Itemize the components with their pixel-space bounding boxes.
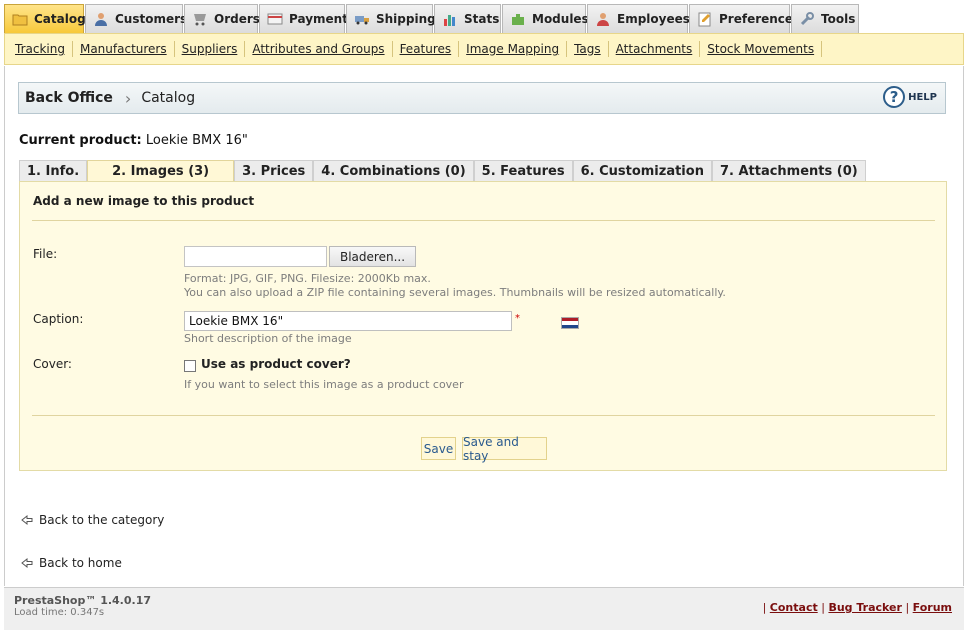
tab-tools[interactable]: Tools (791, 4, 859, 33)
tab-customization[interactable]: 6. Customization (572, 160, 712, 181)
tab-label: Shipping (376, 12, 436, 26)
back-to-category-link[interactable]: Back to the category (21, 513, 164, 527)
tab-label: Tools (821, 12, 856, 26)
help-button[interactable]: ? HELP (883, 86, 937, 108)
help-icon: ? (883, 86, 906, 108)
tab-label: Payment (289, 12, 348, 26)
language-flag-icon[interactable] (561, 317, 579, 329)
file-input[interactable] (184, 246, 327, 267)
tools-icon (799, 11, 815, 27)
footer-bug-tracker-link[interactable]: Bug Tracker (828, 601, 902, 614)
tab-label: Employees (617, 12, 690, 26)
back-arrow-icon (21, 557, 33, 569)
tab-label: Modules (532, 12, 589, 26)
caption-label: Caption: (33, 312, 84, 326)
save-and-stay-button[interactable]: Save and stay (462, 435, 547, 463)
footer-links: | Contact | Bug Tracker | Forum (763, 601, 952, 614)
current-product-label: Current product: (19, 133, 142, 148)
tab-label: Preferences (719, 12, 801, 26)
orders-icon (192, 11, 208, 27)
tab-label: Catalog (34, 12, 86, 26)
tab-orders[interactable]: Orders (184, 4, 260, 33)
cover-checkbox[interactable] (184, 360, 196, 372)
back-to-category-label: Back to the category (39, 513, 165, 527)
tab-catalog[interactable]: Catalog (4, 4, 86, 33)
footer-separator: | (821, 601, 825, 614)
file-hint-zip: You can also upload a ZIP file containin… (184, 286, 726, 299)
tab-features[interactable]: 5. Features (473, 160, 573, 181)
tab-combinations[interactable]: 4. Combinations (0) (313, 160, 474, 181)
tab-attachments[interactable]: 7. Attachments (0) (711, 160, 866, 181)
footer-separator: | (762, 601, 767, 614)
top-navigation: Catalog Customers Orders Payment Shippin… (0, 0, 968, 34)
subnav-tags[interactable]: Tags (567, 41, 609, 57)
add-image-panel: Add a new image to this product File: Bl… (19, 181, 947, 471)
cover-label: Cover: (33, 357, 72, 371)
tab-prices[interactable]: 3. Prices (234, 160, 314, 181)
caption-input[interactable]: Loekie BMX 16" (184, 311, 512, 331)
save-button[interactable]: Save (421, 437, 456, 460)
tab-modules[interactable]: Modules (502, 4, 589, 33)
payment-icon (267, 11, 283, 27)
footer-forum-link[interactable]: Forum (913, 601, 952, 614)
panel-title: Add a new image to this product (33, 194, 255, 208)
employees-icon (595, 11, 611, 27)
tab-label: Stats (464, 12, 500, 26)
breadcrumb-home[interactable]: Back Office (25, 90, 113, 106)
file-label: File: (33, 247, 58, 261)
back-to-home-label: Back to home (39, 556, 122, 570)
divider (32, 415, 935, 416)
tab-customers[interactable]: Customers (85, 4, 187, 33)
tab-stats[interactable]: Stats (434, 4, 501, 33)
tab-preferences[interactable]: Preferences (689, 4, 800, 33)
tab-info[interactable]: 1. Info. (19, 160, 88, 181)
subnav-manufacturers[interactable]: Manufacturers (73, 41, 175, 57)
preferences-icon (697, 11, 713, 27)
current-product-name: Loekie BMX 16" (145, 133, 248, 148)
back-to-home-link[interactable]: Back to home (21, 556, 122, 570)
subnav-tracking[interactable]: Tracking (8, 41, 73, 57)
file-hint-format: Format: JPG, GIF, PNG. Filesize: 2000Kb … (184, 272, 431, 285)
subnav-suppliers[interactable]: Suppliers (175, 41, 246, 57)
subnav-stock-movements[interactable]: Stock Movements (700, 41, 823, 57)
current-product: Current product: Loekie BMX 16" (19, 133, 248, 148)
tab-employees[interactable]: Employees (587, 4, 690, 33)
footer-load-time: Load time: 0.347s (14, 607, 105, 618)
catalog-subnav: Tracking Manufacturers Suppliers Attribu… (4, 33, 964, 65)
tab-shipping[interactable]: Shipping (346, 4, 436, 33)
subnav-attributes-groups[interactable]: Attributes and Groups (245, 41, 393, 57)
subnav-attachments[interactable]: Attachments (609, 41, 701, 57)
shipping-icon (354, 11, 370, 27)
breadcrumb-separator-icon: › (124, 88, 132, 108)
breadcrumb-current: Catalog (141, 90, 196, 106)
customers-icon (93, 11, 109, 27)
catalog-icon (12, 11, 28, 27)
stats-icon (442, 11, 458, 27)
tab-payment[interactable]: Payment (259, 4, 348, 33)
breadcrumb: Back Office › Catalog ? HELP (18, 82, 946, 114)
modules-icon (510, 11, 526, 27)
footer: PrestaShop™ 1.4.0.17 Load time: 0.347s |… (4, 587, 964, 630)
tab-images[interactable]: 2. Images (3) (87, 160, 235, 182)
required-marker: * (515, 313, 520, 324)
tab-label: Customers (115, 12, 188, 26)
tab-label: Orders (214, 12, 260, 26)
subnav-image-mapping[interactable]: Image Mapping (459, 41, 568, 57)
help-label: HELP (908, 91, 937, 103)
footer-version: PrestaShop™ 1.4.0.17 (14, 594, 151, 607)
cover-checkbox-label[interactable]: Use as product cover? (201, 357, 351, 371)
subnav-features[interactable]: Features (393, 41, 460, 57)
footer-contact-link[interactable]: Contact (770, 601, 818, 614)
back-arrow-icon (21, 514, 33, 526)
caption-hint: Short description of the image (184, 332, 352, 345)
product-tabs: 1. Info. 2. Images (3) 3. Prices 4. Comb… (19, 160, 866, 182)
footer-separator: | (905, 601, 910, 614)
browse-button[interactable]: Bladeren... (329, 246, 416, 267)
cover-hint: If you want to select this image as a pr… (184, 378, 464, 391)
divider (32, 220, 935, 221)
